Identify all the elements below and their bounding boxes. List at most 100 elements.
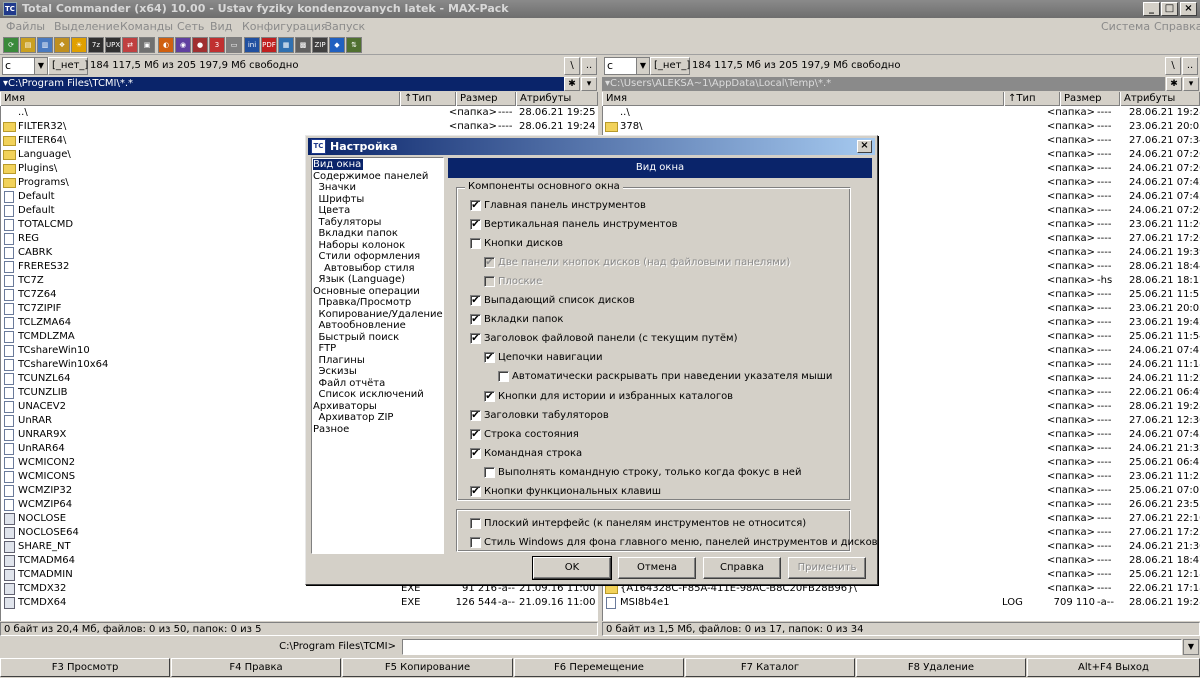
checkmark-icon[interactable]: ✔	[470, 486, 481, 497]
file-row[interactable]: ..\ <папка> ---- 28.06.21 19:25	[1, 106, 598, 120]
checkmark-icon[interactable]: ✔	[470, 410, 481, 421]
checkbox-box[interactable]	[470, 518, 481, 529]
menu-system[interactable]: Система	[1101, 18, 1150, 35]
tree-item[interactable]: Автообновление	[319, 320, 406, 331]
col-type[interactable]: ↑Тип	[400, 92, 456, 106]
tree-item[interactable]: Список исключений	[319, 389, 424, 400]
sort-icon[interactable]: ⇅	[346, 37, 362, 53]
checkbox-box[interactable]	[498, 371, 509, 382]
sun-icon[interactable]: ☀	[71, 37, 87, 53]
tree-item[interactable]: Быстрый поиск	[319, 332, 400, 343]
altf4-exit-button[interactable]: Alt+F4 Выход	[1027, 658, 1200, 677]
checkmark-icon[interactable]: ✔	[470, 429, 481, 440]
col-size[interactable]: Размер	[1060, 92, 1120, 106]
menu-configuration[interactable]: Конфигурация	[242, 18, 328, 35]
upx-icon[interactable]: UPX	[105, 37, 121, 53]
chevron-down-icon[interactable]: ▼	[34, 58, 47, 74]
tree-item[interactable]: Вкладки папок	[319, 228, 398, 239]
col-type[interactable]: ↑Тип	[1004, 92, 1060, 106]
tree-item[interactable]: Архиваторы	[313, 401, 377, 412]
file-row[interactable]: 378\ <папка> ---- 23.06.21 20:03	[603, 120, 1200, 134]
menu-launch[interactable]: Запуск	[325, 18, 365, 35]
html-icon[interactable]: ◆	[329, 37, 345, 53]
chevron-down-icon[interactable]: ▼	[1183, 639, 1199, 655]
cancel-button[interactable]: Отмена	[618, 557, 696, 579]
tree-item[interactable]: Стили оформления	[319, 251, 421, 262]
file-row[interactable]: ..\ <папка> ---- 28.06.21 19:28	[603, 106, 1200, 120]
checkmark-icon[interactable]: ✔	[484, 391, 495, 402]
col-attrs[interactable]: Атрибуты	[516, 92, 598, 106]
tree-item[interactable]: Плагины	[319, 355, 365, 366]
f8-delete-button[interactable]: F8 Удаление	[856, 658, 1026, 677]
calc-icon[interactable]: ▩	[295, 37, 311, 53]
left-drive-combo[interactable]: c ▼	[2, 57, 48, 75]
right-volume-label[interactable]: [_нет_]	[650, 57, 690, 75]
left-volume-label[interactable]: [_нет_]	[48, 57, 88, 75]
dialog-title-bar[interactable]: TC Настройка ×	[308, 138, 875, 155]
col-size[interactable]: Размер	[456, 92, 516, 106]
right-path-bar[interactable]: ▾C:\Users\ALEKSA~1\AppData\Local\Temp\*.…	[602, 77, 1165, 91]
tree-item[interactable]: Язык (Language)	[319, 274, 406, 285]
apply-button[interactable]: Применить	[788, 557, 866, 579]
checkbox-box[interactable]	[470, 238, 481, 249]
right-history-button[interactable]: ✱	[1166, 77, 1182, 91]
checkbox-box[interactable]	[470, 537, 481, 548]
tree-item[interactable]: Копирование/Удаление	[319, 309, 443, 320]
left-favorites-button[interactable]: ▾	[581, 77, 597, 91]
grid-icon[interactable]: ▦	[278, 37, 294, 53]
zip-icon[interactable]: ZIP	[312, 37, 328, 53]
tree-item[interactable]: Наборы колонок	[319, 240, 406, 251]
file-row[interactable]: MSI8b4e1 LOG 709 110 -a-- 28.06.21 19:28	[603, 596, 1200, 610]
right-drive-combo[interactable]: c ▼	[604, 57, 650, 75]
ini-icon[interactable]: ini	[244, 37, 260, 53]
menu-help[interactable]: Справка	[1154, 18, 1200, 35]
disk-icon[interactable]: ◉	[175, 37, 191, 53]
left-history-button[interactable]: ✱	[564, 77, 580, 91]
checkmark-icon[interactable]: ✔	[470, 314, 481, 325]
command-line-input[interactable]	[402, 639, 1182, 655]
f5-copy-button[interactable]: F5 Копирование	[342, 658, 513, 677]
f4-edit-button[interactable]: F4 Правка	[171, 658, 341, 677]
script-icon[interactable]: 3	[209, 37, 225, 53]
tree-item[interactable]: Основные операции	[313, 286, 420, 297]
ok-button[interactable]: OK	[532, 556, 612, 580]
brief-view-icon[interactable]: ▤	[20, 37, 36, 53]
media-icon[interactable]: ●	[192, 37, 208, 53]
f7-mkdir-button[interactable]: F7 Каталог	[685, 658, 855, 677]
checkmark-icon[interactable]: ✔	[470, 333, 481, 344]
paint-icon[interactable]: ◐	[158, 37, 174, 53]
tree-item[interactable]: Шрифты	[319, 194, 365, 205]
tree-item[interactable]: Табуляторы	[319, 217, 382, 228]
tree-item[interactable]: Значки	[319, 182, 357, 193]
checkmark-icon[interactable]: ✔	[484, 257, 495, 268]
col-name[interactable]: Имя	[0, 92, 400, 106]
left-path-bar[interactable]: ▾C:\Program Files\TCMI\*.*	[0, 77, 564, 91]
tree-item[interactable]: Архиватор ZIP	[319, 412, 394, 423]
tree-icon[interactable]: ❖	[54, 37, 70, 53]
f6-move-button[interactable]: F6 Перемещение	[514, 658, 684, 677]
chevron-down-icon[interactable]: ▼	[636, 58, 649, 74]
col-attrs[interactable]: Атрибуты	[1120, 92, 1200, 106]
reverse-icon[interactable]: ⇄	[122, 37, 138, 53]
close-button[interactable]: ×	[1180, 2, 1197, 16]
checkmark-icon[interactable]: ✔	[470, 219, 481, 230]
checkmark-icon[interactable]: ✔	[470, 448, 481, 459]
file-row[interactable]: FILTER32\ <папка> ---- 28.06.21 19:24	[1, 120, 598, 134]
checkmark-icon[interactable]: ✔	[484, 352, 495, 363]
checkmark-icon[interactable]: ✔	[470, 200, 481, 211]
minimize-button[interactable]: _	[1143, 2, 1160, 16]
full-view-icon[interactable]: ▥	[37, 37, 53, 53]
help-button[interactable]: Справка	[703, 557, 781, 579]
close-icon[interactable]: ×	[857, 140, 872, 153]
checkmark-icon[interactable]: ✔	[470, 295, 481, 306]
menu-network[interactable]: Сеть	[177, 18, 204, 35]
title-bar[interactable]: TC Total Commander (x64) 10.00 - Ustav f…	[0, 0, 1200, 18]
refresh-icon[interactable]: ⟳	[3, 37, 19, 53]
settings-tree[interactable]: Вид окна Содержимое панелей Значки Шрифты Цв…	[311, 157, 444, 554]
tree-item[interactable]: FTP	[319, 343, 337, 354]
file-row[interactable]: TCMDX64 EXE 126 544 -a-- 21.09.16 11:00	[1, 596, 598, 610]
tree-item[interactable]: Файл отчёта	[319, 378, 386, 389]
menu-selection[interactable]: Выделение	[54, 18, 120, 35]
right-favorites-button[interactable]: ▾	[1183, 77, 1199, 91]
tree-item[interactable]: Разное	[313, 424, 349, 435]
